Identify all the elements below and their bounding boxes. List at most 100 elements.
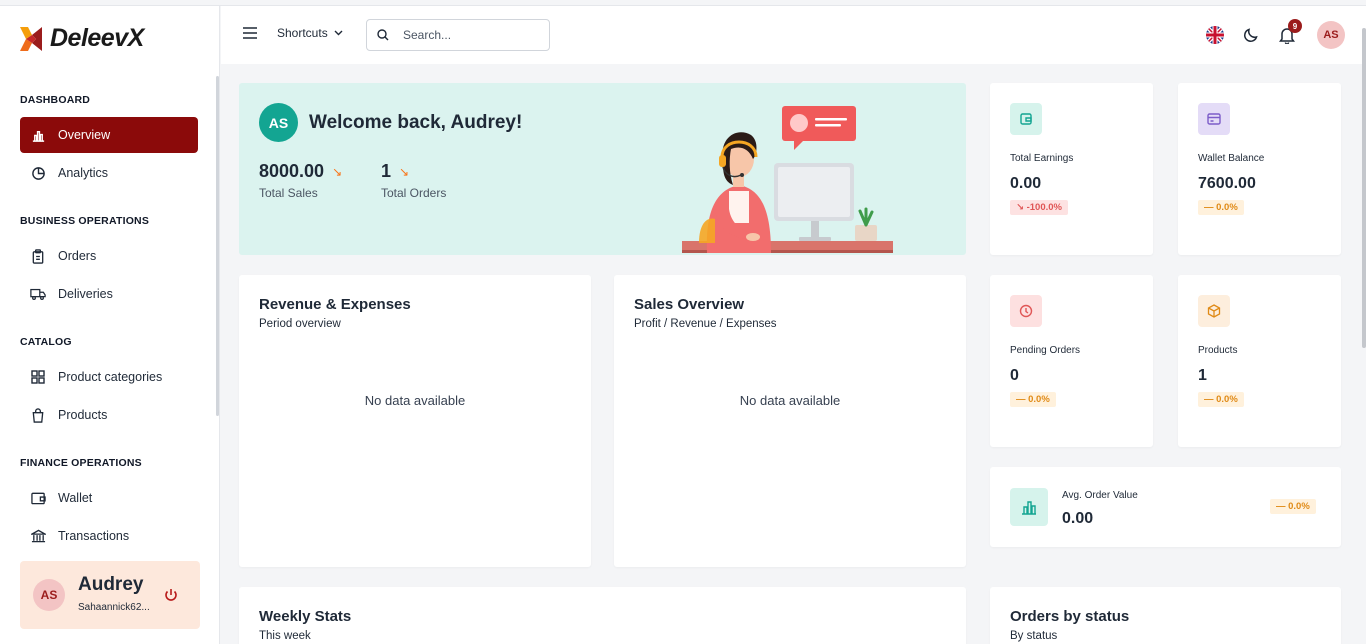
avatar: AS — [33, 579, 65, 611]
total-sales-value: 8000.00 — [259, 161, 325, 181]
pending-orders-card[interactable]: Pending Orders 0 — 0.0% — [990, 275, 1153, 447]
stat-value: 0.00 — [1010, 175, 1042, 192]
card-subtitle: By status — [1010, 630, 1058, 642]
card-title: Sales Overview — [634, 296, 745, 313]
welcome-title: Welcome back, Audrey! — [309, 112, 523, 133]
bar-chart-icon — [30, 127, 46, 143]
sidebar: DeleevX DASHBOARD Overview Analytics BUS… — [0, 6, 220, 644]
truck-icon — [30, 286, 46, 302]
sidebar-item-label: Transactions — [58, 529, 130, 543]
support-agent-illustration — [682, 106, 893, 253]
sidebar-item-label: Wallet — [58, 491, 93, 505]
shortcuts-label: Shortcuts — [277, 26, 328, 40]
sidebar-item-label: Analytics — [58, 166, 109, 180]
sidebar-item-label: Products — [58, 408, 108, 422]
total-orders-label: Total Orders — [381, 186, 447, 200]
sidebar-item-label: Deliveries — [58, 287, 113, 301]
card-title: Orders by status — [1010, 608, 1130, 625]
search-box[interactable] — [366, 19, 550, 51]
sidebar-item-analytics[interactable]: Analytics — [20, 155, 198, 191]
stat-label: Pending Orders — [1010, 345, 1081, 356]
clipboard-icon — [30, 248, 46, 264]
box-icon — [1198, 295, 1230, 327]
stat-label: Wallet Balance — [1198, 153, 1265, 164]
section-catalog: CATALOG — [20, 336, 72, 348]
sidebar-item-product-categories[interactable]: Product categories — [20, 359, 198, 395]
clock-icon — [1010, 295, 1042, 327]
stat-value: 0 — [1010, 367, 1019, 384]
total-orders-value: 1 — [381, 161, 392, 181]
empty-state: No data available — [739, 393, 841, 408]
total-earnings-card[interactable]: Total Earnings 0.00 ↘ -100.0% — [990, 83, 1153, 255]
sidebar-item-wallet[interactable]: Wallet — [20, 480, 198, 516]
sidebar-item-products[interactable]: Products — [20, 397, 198, 433]
arrow-down-right-icon: ↘ — [399, 164, 410, 179]
card-title: Revenue & Expenses — [259, 296, 411, 313]
brand-logo[interactable]: DeleevX — [18, 24, 144, 53]
search-input[interactable] — [403, 28, 533, 42]
stat-label: Avg. Order Value — [1062, 490, 1138, 501]
section-business-operations: BUSINESS OPERATIONS — [20, 215, 150, 227]
status-badge: — 0.0% — [1198, 200, 1244, 215]
sidebar-item-label: Orders — [58, 249, 97, 263]
page-scrollbar[interactable] — [1362, 28, 1366, 348]
stat-label: Products — [1198, 345, 1238, 356]
card-subtitle: This week — [259, 630, 311, 642]
user-card[interactable]: AS Audrey Sahaannick62... — [20, 561, 200, 629]
user-name: Audrey — [78, 574, 144, 595]
shopping-bag-icon — [30, 407, 46, 423]
status-badge: — 0.0% — [1198, 392, 1244, 407]
orders-by-status-card: Orders by status By status — [990, 587, 1341, 644]
card-subtitle: Period overview — [259, 318, 341, 330]
sales-overview-card: Sales Overview Profit / Revenue / Expens… — [614, 275, 966, 567]
language-flag-icon[interactable] — [1205, 25, 1225, 45]
stat-label: Total Earnings — [1010, 153, 1074, 164]
wallet-balance-card[interactable]: Wallet Balance 7600.00 — 0.0% — [1178, 83, 1341, 255]
wallet-icon — [1010, 103, 1042, 135]
status-badge: ↘ -100.0% — [1010, 200, 1068, 215]
avg-order-value-card[interactable]: Avg. Order Value 0.00 — 0.0% — [990, 467, 1341, 547]
sidebar-item-label: Product categories — [58, 370, 163, 384]
pie-chart-icon — [30, 165, 46, 181]
brand-name: DeleevX — [50, 24, 144, 52]
total-orders-stat: 1 ↘ Total Orders — [381, 161, 446, 200]
total-sales-label: Total Sales — [259, 186, 318, 200]
bar-chart-icon — [1010, 488, 1048, 526]
status-badge: — 0.0% — [1270, 499, 1316, 514]
logo-mark-icon — [20, 26, 42, 51]
wallet-icon — [30, 490, 46, 506]
shortcuts-dropdown[interactable]: Shortcuts — [277, 26, 343, 40]
card-subtitle: Profit / Revenue / Expenses — [634, 318, 777, 330]
sidebar-scrollbar[interactable] — [216, 76, 219, 416]
menu-icon[interactable] — [243, 27, 257, 39]
sidebar-item-orders[interactable]: Orders — [20, 238, 198, 274]
total-sales-stat: 8000.00 ↘ Total Sales — [259, 161, 342, 200]
avatar: AS — [259, 103, 298, 142]
weekly-stats-card: Weekly Stats This week — [239, 587, 966, 644]
stat-value: 1 — [1198, 367, 1207, 384]
sidebar-item-overview[interactable]: Overview — [20, 117, 198, 153]
status-badge: — 0.0% — [1010, 392, 1056, 407]
sidebar-item-transactions[interactable]: Transactions — [20, 518, 198, 554]
card-title: Weekly Stats — [259, 608, 352, 625]
stat-value: 7600.00 — [1198, 175, 1256, 192]
power-icon[interactable] — [163, 587, 179, 603]
sidebar-item-label: Overview — [58, 128, 111, 142]
section-dashboard: DASHBOARD — [20, 94, 91, 106]
empty-state: No data available — [364, 393, 466, 408]
notification-badge: 9 — [1288, 19, 1302, 33]
bank-icon — [30, 528, 46, 544]
revenue-expenses-card: Revenue & Expenses Period overview No da… — [239, 275, 591, 567]
credit-card-icon — [1198, 103, 1230, 135]
avatar[interactable]: AS — [1317, 21, 1345, 49]
moon-icon[interactable] — [1241, 25, 1261, 45]
top-header: Shortcuts 9 AS — [221, 6, 1366, 348]
grid-icon — [30, 369, 46, 385]
products-card[interactable]: Products 1 — 0.0% — [1178, 275, 1341, 447]
sidebar-item-deliveries[interactable]: Deliveries — [20, 276, 198, 312]
arrow-down-right-icon: ↘ — [332, 164, 343, 179]
user-email: Sahaannick62... — [78, 602, 150, 613]
stat-value: 0.00 — [1062, 510, 1094, 527]
section-finance-operations: FINANCE OPERATIONS — [20, 457, 142, 469]
chevron-down-icon — [334, 30, 343, 36]
